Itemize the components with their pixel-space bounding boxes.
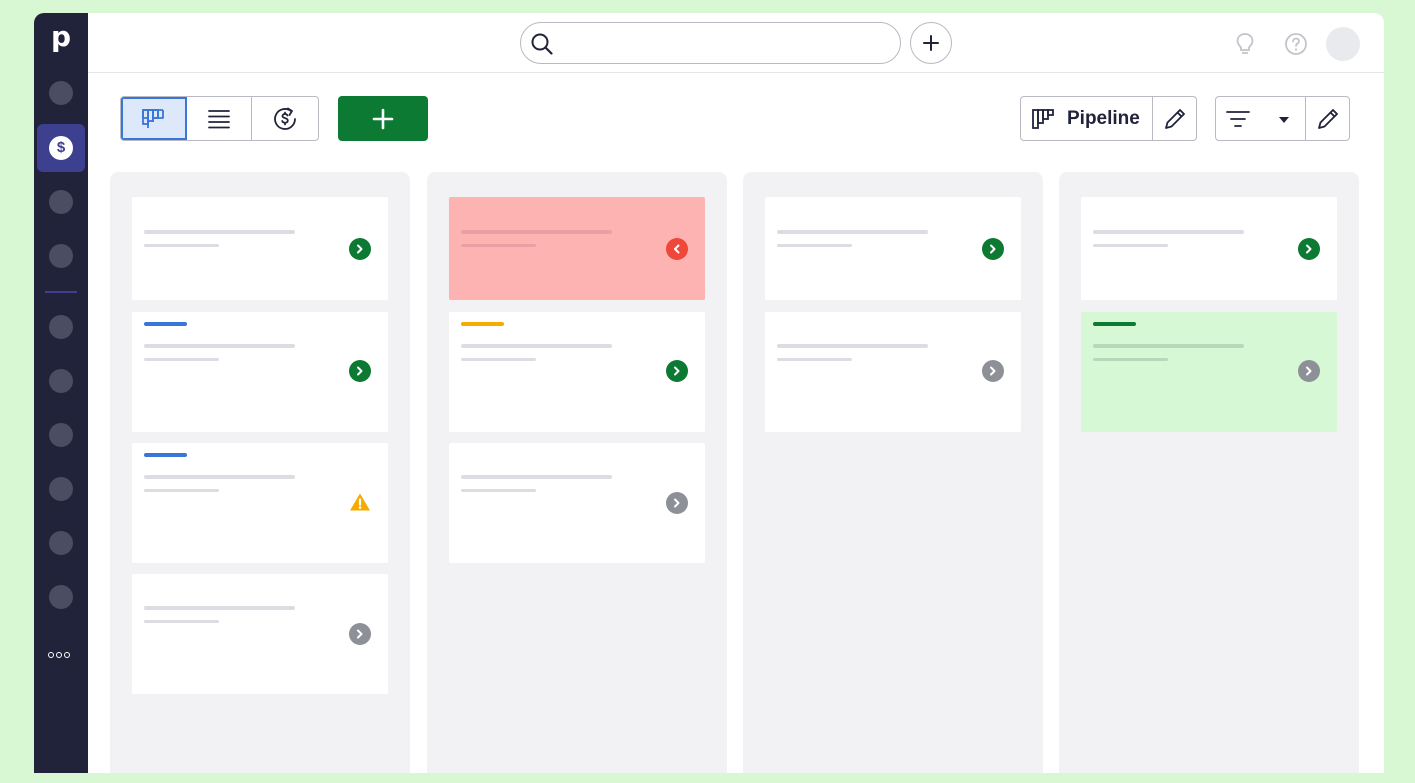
plus-icon	[372, 108, 394, 129]
deal-card[interactable]	[132, 574, 388, 694]
card-title-placeholder	[144, 344, 295, 348]
card-title-placeholder	[777, 230, 928, 234]
card-title-placeholder	[1093, 230, 1244, 234]
board-column-4	[1059, 172, 1359, 773]
filter-icon	[1226, 111, 1250, 127]
card-title-placeholder	[461, 475, 612, 479]
deal-card[interactable]	[765, 312, 1021, 432]
pipeline-view-button[interactable]	[121, 97, 187, 140]
next-activity-icon[interactable]	[982, 238, 1004, 260]
deal-card[interactable]	[1081, 312, 1337, 432]
card-title-placeholder	[144, 475, 295, 479]
app-window: p $ Pipeline	[34, 13, 1384, 773]
sidebar-divider	[45, 291, 77, 293]
dollar-icon: $	[49, 136, 73, 160]
overdue-activity-icon[interactable]	[666, 238, 688, 260]
schedule-activity-icon[interactable]	[1298, 360, 1320, 382]
label-tag	[461, 322, 504, 326]
sidebar-item-9[interactable]	[49, 531, 73, 555]
label-tag	[144, 322, 187, 326]
next-activity-icon[interactable]	[349, 360, 371, 382]
board-column-2	[427, 172, 727, 773]
pencil-icon	[1164, 108, 1185, 129]
sidebar-item-3[interactable]	[49, 190, 73, 214]
card-subtitle-placeholder	[461, 489, 536, 492]
card-subtitle-placeholder	[1093, 244, 1168, 247]
pipeline-selector: Pipeline	[1020, 96, 1197, 141]
card-title-placeholder	[1093, 344, 1244, 348]
logo[interactable]: p	[50, 23, 72, 53]
card-subtitle-placeholder	[1093, 358, 1168, 361]
card-title-placeholder	[461, 344, 612, 348]
deal-card[interactable]	[132, 312, 388, 432]
schedule-activity-icon[interactable]	[666, 492, 688, 514]
sidebar: p $	[34, 13, 88, 773]
card-title-placeholder	[144, 230, 295, 234]
list-view-button[interactable]	[187, 97, 253, 140]
sidebar-item-8[interactable]	[49, 477, 73, 501]
lightbulb-icon[interactable]	[1234, 32, 1256, 56]
card-subtitle-placeholder	[144, 358, 219, 361]
pipeline-view-icon	[142, 108, 165, 128]
deal-card[interactable]	[449, 443, 705, 563]
label-tag	[1093, 322, 1136, 326]
pencil-icon	[1317, 108, 1338, 129]
pipeline-icon	[1032, 108, 1054, 129]
next-activity-icon[interactable]	[349, 238, 371, 260]
forecast-view-button[interactable]	[252, 97, 318, 140]
deal-card[interactable]	[449, 312, 705, 432]
deal-card[interactable]	[132, 197, 388, 300]
schedule-activity-icon[interactable]	[982, 360, 1004, 382]
more-icon[interactable]	[48, 645, 74, 658]
search-icon	[531, 33, 553, 55]
deal-card[interactable]	[1081, 197, 1337, 300]
filter-dropdown[interactable]	[1216, 97, 1306, 140]
next-activity-icon[interactable]	[666, 360, 688, 382]
edit-pipeline-button[interactable]	[1153, 97, 1196, 140]
sidebar-item-deals[interactable]: $	[37, 124, 85, 172]
deal-card[interactable]	[132, 443, 388, 563]
deal-card[interactable]	[449, 197, 705, 300]
quick-add-button[interactable]	[910, 22, 952, 64]
chevron-down-icon	[1279, 117, 1289, 123]
view-switcher	[120, 96, 319, 141]
card-title-placeholder	[144, 606, 295, 610]
help-icon[interactable]	[1284, 32, 1308, 56]
schedule-activity-icon[interactable]	[349, 623, 371, 645]
avatar[interactable]	[1326, 27, 1360, 61]
add-deal-button[interactable]	[338, 96, 428, 141]
sidebar-item-10[interactable]	[49, 585, 73, 609]
edit-filter-button[interactable]	[1306, 97, 1349, 140]
next-activity-icon[interactable]	[1298, 238, 1320, 260]
card-subtitle-placeholder	[777, 244, 852, 247]
card-subtitle-placeholder	[144, 244, 219, 247]
sidebar-item-5[interactable]	[49, 315, 73, 339]
card-subtitle-placeholder	[461, 244, 536, 247]
sidebar-item-7[interactable]	[49, 423, 73, 447]
topbar	[88, 13, 1384, 73]
label-tag	[144, 453, 187, 457]
sidebar-item-4[interactable]	[49, 244, 73, 268]
board-column-3	[743, 172, 1043, 773]
plus-icon	[923, 35, 939, 51]
card-subtitle-placeholder	[144, 489, 219, 492]
card-title-placeholder	[461, 230, 612, 234]
sidebar-item-1[interactable]	[49, 81, 73, 105]
pipeline-label: Pipeline	[1067, 107, 1140, 129]
forecast-view-icon	[274, 107, 297, 130]
deal-card[interactable]	[765, 197, 1021, 300]
card-subtitle-placeholder	[777, 358, 852, 361]
pipeline-dropdown[interactable]: Pipeline	[1021, 97, 1153, 140]
warning-icon[interactable]	[349, 491, 371, 513]
card-subtitle-placeholder	[144, 620, 219, 623]
card-title-placeholder	[777, 344, 928, 348]
board-column-1	[110, 172, 410, 773]
search-input[interactable]	[520, 22, 901, 64]
list-view-icon	[208, 109, 230, 128]
sidebar-item-6[interactable]	[49, 369, 73, 393]
filter-selector	[1215, 96, 1350, 141]
card-subtitle-placeholder	[461, 358, 536, 361]
